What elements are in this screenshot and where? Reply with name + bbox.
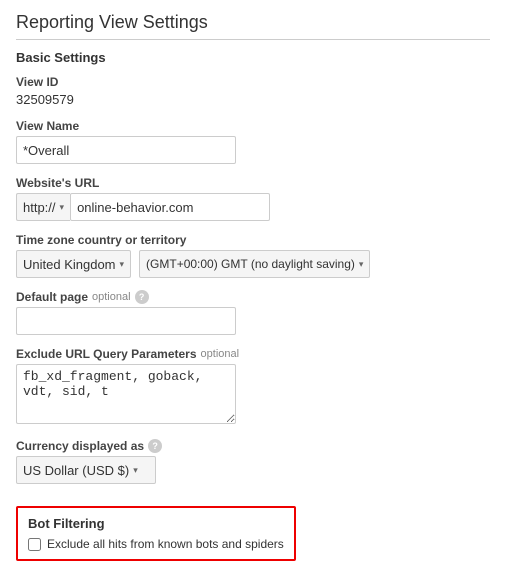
view-id-value: 32509579 xyxy=(16,92,490,107)
timezone-offset-select[interactable]: (GMT+00:00) GMT (no daylight saving) ▾ xyxy=(139,250,370,278)
default-page-label: Default page optional ? xyxy=(16,290,490,304)
default-page-group: Default page optional ? xyxy=(16,290,490,335)
timezone-country-chevron: ▾ xyxy=(120,259,125,270)
currency-value: US Dollar (USD $) xyxy=(23,463,129,478)
basic-settings-title: Basic Settings xyxy=(16,50,490,65)
timezone-country-value: United Kingdom xyxy=(23,257,116,272)
page-title: Reporting View Settings xyxy=(16,12,490,40)
url-protocol-select[interactable]: http:// ▾ xyxy=(16,193,70,221)
view-id-group: View ID 32509579 xyxy=(16,75,490,107)
website-url-label: Website's URL xyxy=(16,176,490,190)
exclude-url-label: Exclude URL Query Parameters optional xyxy=(16,347,490,361)
bot-filtering-title: Bot Filtering xyxy=(28,516,284,531)
url-protocol-label: http:// xyxy=(23,200,56,215)
bot-filtering-label: Exclude all hits from known bots and spi… xyxy=(47,537,284,551)
currency-help-icon[interactable]: ? xyxy=(148,439,162,453)
timezone-row: United Kingdom ▾ (GMT+00:00) GMT (no day… xyxy=(16,250,490,278)
currency-label: Currency displayed as ? xyxy=(16,439,490,453)
bot-filtering-section: Bot Filtering Exclude all hits from know… xyxy=(16,506,296,561)
timezone-label: Time zone country or territory xyxy=(16,233,490,247)
bot-filtering-checkbox-row: Exclude all hits from known bots and spi… xyxy=(28,537,284,551)
timezone-country-select[interactable]: United Kingdom ▾ xyxy=(16,250,131,278)
currency-select[interactable]: US Dollar (USD $) ▾ xyxy=(16,456,156,484)
exclude-url-textarea[interactable] xyxy=(16,364,236,424)
timezone-offset-chevron: ▾ xyxy=(359,259,364,270)
view-name-group: View Name xyxy=(16,119,490,164)
view-name-label: View Name xyxy=(16,119,490,133)
view-id-label: View ID xyxy=(16,75,490,89)
currency-chevron: ▾ xyxy=(133,465,138,476)
default-page-help-icon[interactable]: ? xyxy=(135,290,149,304)
url-input[interactable] xyxy=(70,193,270,221)
view-name-input[interactable] xyxy=(16,136,236,164)
url-row: http:// ▾ xyxy=(16,193,490,221)
timezone-group: Time zone country or territory United Ki… xyxy=(16,233,490,278)
exclude-url-group: Exclude URL Query Parameters optional xyxy=(16,347,490,427)
exclude-url-optional: optional xyxy=(201,348,240,360)
website-url-group: Website's URL http:// ▾ xyxy=(16,176,490,221)
bot-filtering-checkbox[interactable] xyxy=(28,538,41,551)
currency-group: Currency displayed as ? US Dollar (USD $… xyxy=(16,439,490,484)
url-protocol-chevron: ▾ xyxy=(60,202,65,213)
default-page-optional: optional xyxy=(92,291,131,303)
timezone-offset-value: (GMT+00:00) GMT (no daylight saving) xyxy=(146,257,355,271)
default-page-input[interactable] xyxy=(16,307,236,335)
